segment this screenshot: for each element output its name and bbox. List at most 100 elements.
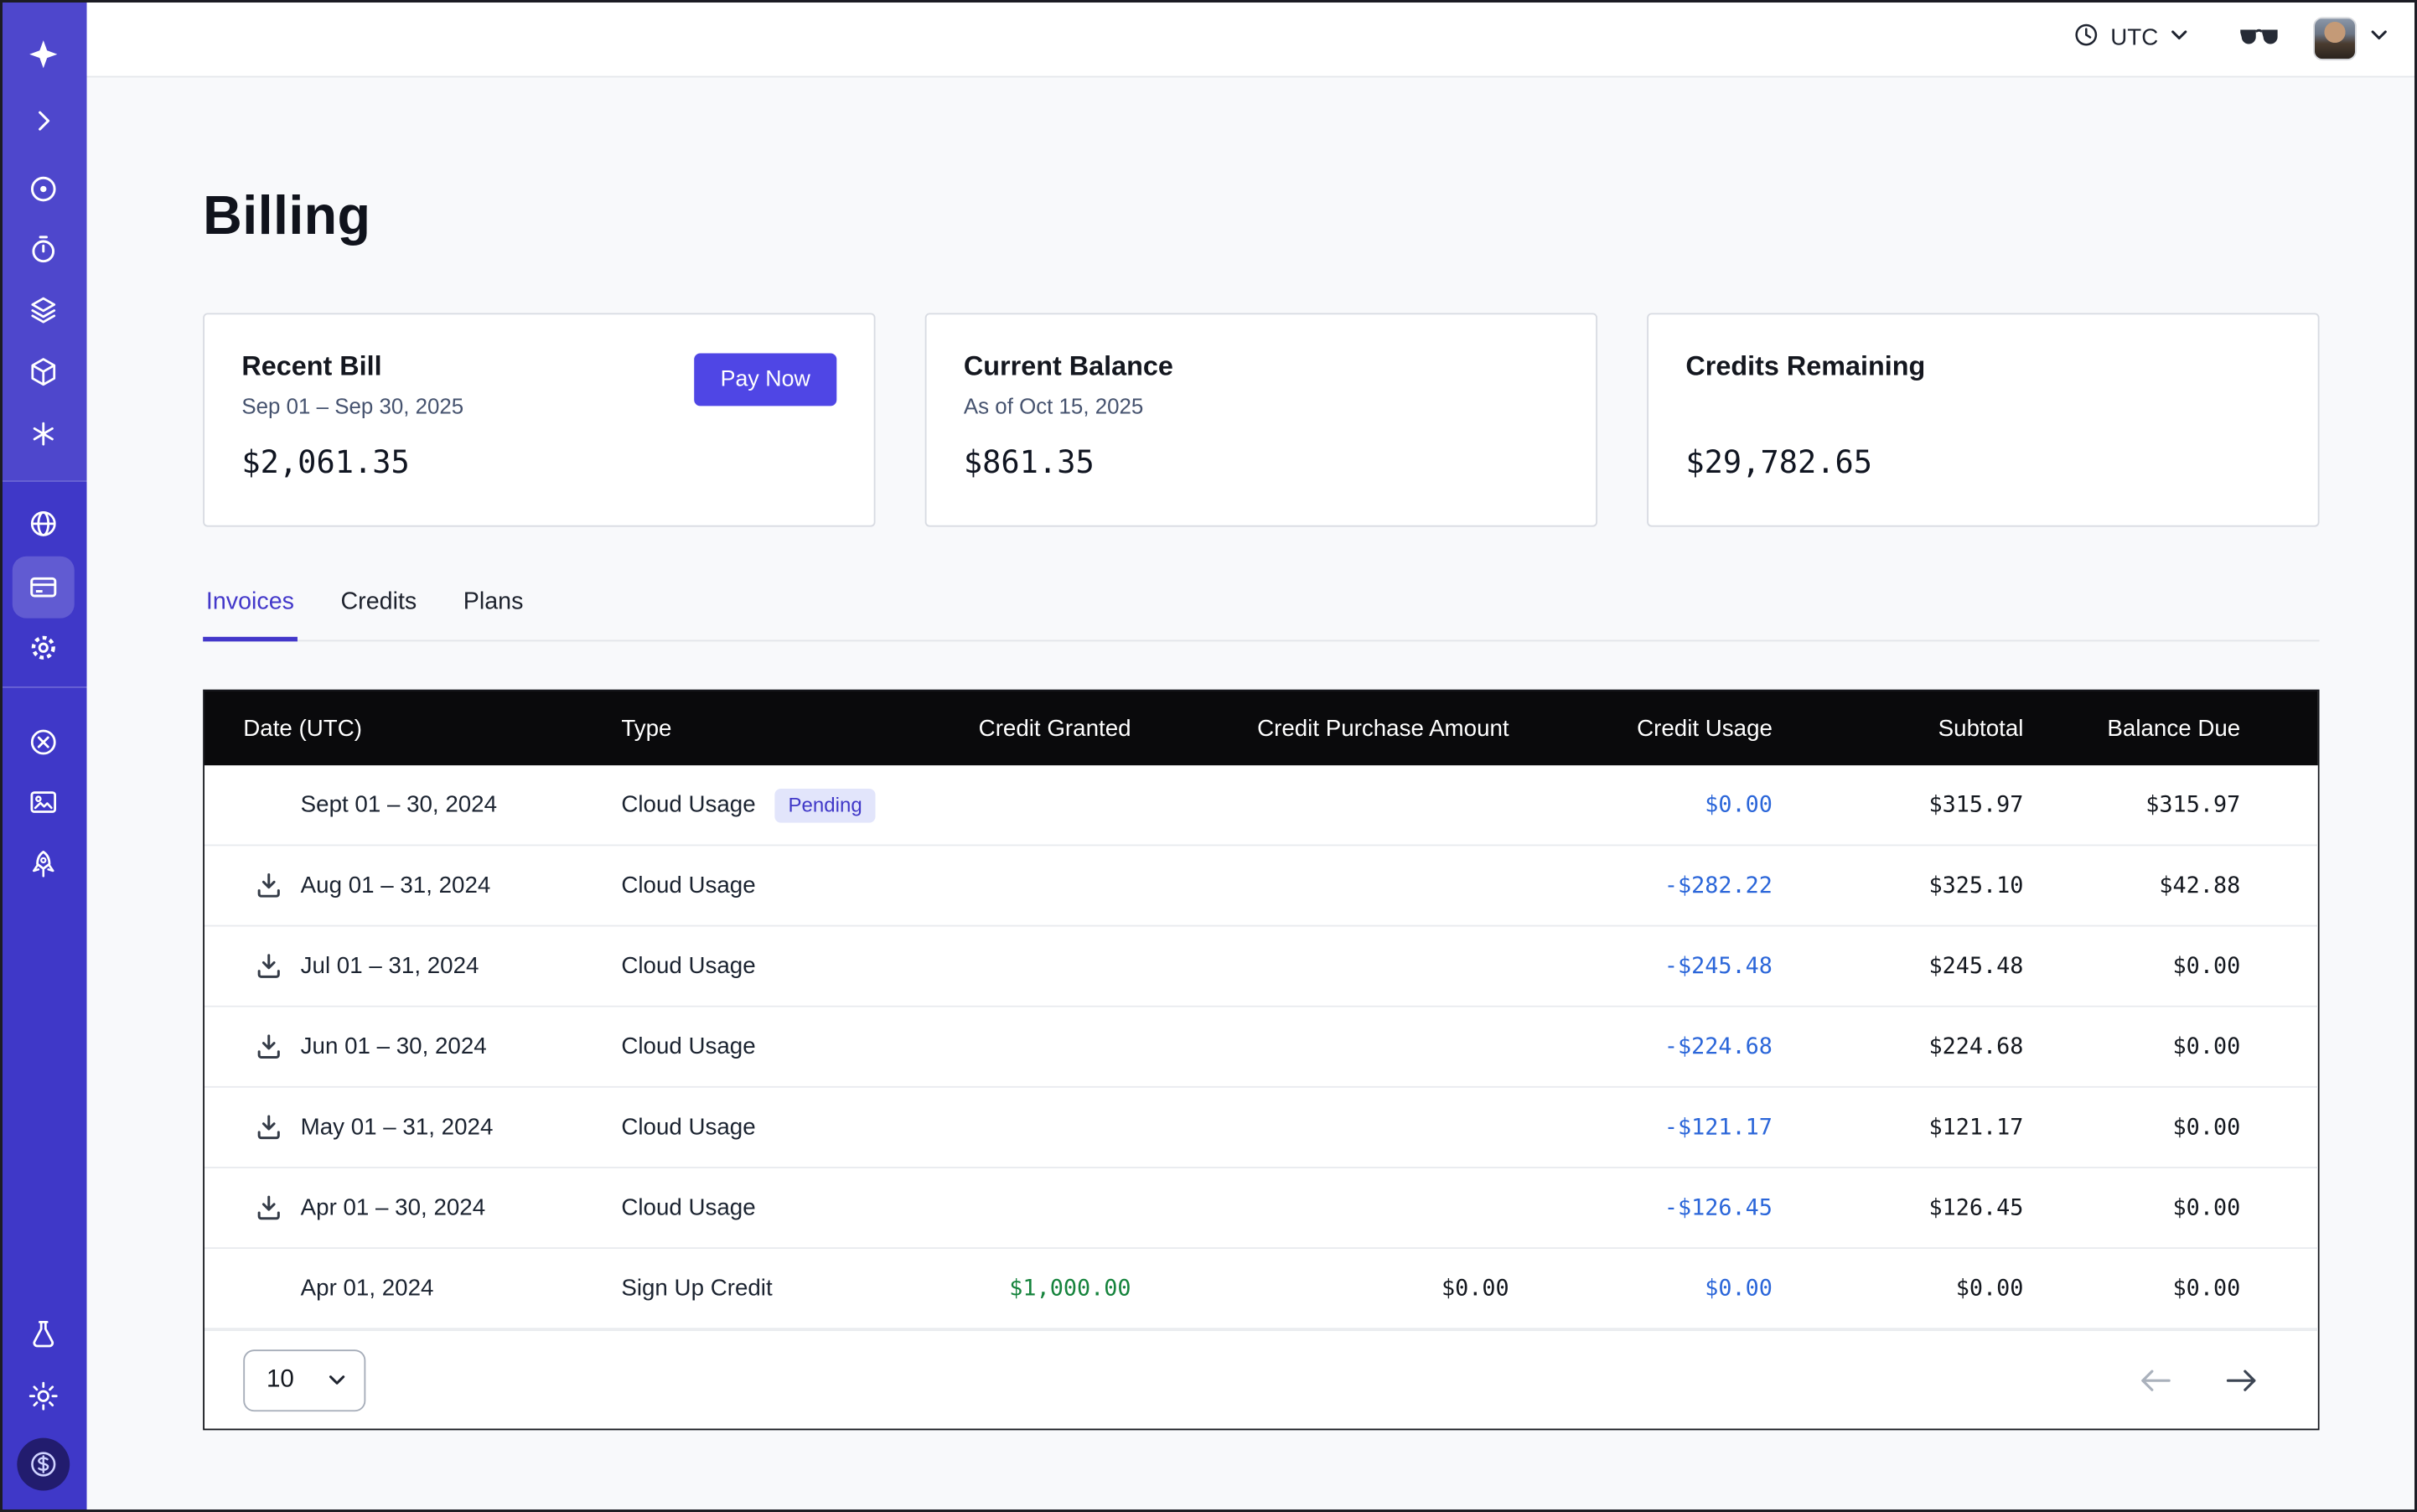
sidebar-divider: [0, 480, 87, 482]
gear-icon[interactable]: [0, 632, 87, 663]
invoice-type: Cloud Usage: [621, 953, 755, 979]
credit-purchase-value: [1131, 1007, 1509, 1086]
credit-usage-value: -$282.22: [1509, 846, 1773, 924]
summary-cards: Recent Bill Pay Now Sep 01 – Sep 30, 202…: [203, 313, 2319, 526]
balance-due-value: $0.00: [2023, 1088, 2321, 1167]
radar-icon[interactable]: [0, 173, 87, 205]
col-date: Date (UTC): [204, 691, 582, 766]
recent-bill-card: Recent Bill Pay Now Sep 01 – Sep 30, 202…: [203, 313, 875, 526]
page-title: Billing: [203, 183, 2319, 251]
invoice-type: Cloud Usage: [621, 1194, 755, 1220]
images-icon[interactable]: [0, 787, 87, 818]
download-slot: [251, 790, 285, 821]
invoice-date: Sept 01 – 30, 2024: [301, 792, 497, 818]
credit-granted-value: $1,000.00: [893, 1249, 1131, 1328]
balance-due-value: $0.00: [2023, 1168, 2321, 1247]
invoice-type: Cloud Usage: [621, 1033, 755, 1059]
flask-icon[interactable]: [0, 1318, 87, 1349]
layers-icon[interactable]: [0, 294, 87, 325]
invoice-date: May 01 – 31, 2024: [301, 1114, 494, 1140]
page-size-select[interactable]: 10: [243, 1349, 365, 1411]
download-slot: [251, 1273, 285, 1304]
sun-icon[interactable]: [0, 1380, 87, 1411]
clock-icon: [2073, 21, 2099, 55]
download-invoice-button[interactable]: [251, 1031, 285, 1062]
invoice-row: Sept 01 – 30, 2024 Cloud Usage Pending $…: [204, 765, 2318, 846]
invoice-date: Apr 01, 2024: [301, 1275, 434, 1301]
subtotal-value: $0.00: [1773, 1249, 2023, 1328]
card-title: Credits Remaining: [1685, 349, 1925, 383]
globe-icon[interactable]: [0, 508, 87, 539]
col-credit-purchase: Credit Purchase Amount: [1131, 691, 1509, 766]
download-invoice-button[interactable]: [251, 870, 285, 901]
card-subtitle: [1685, 392, 2280, 420]
subtotal-value: $224.68: [1773, 1007, 2023, 1086]
card-amount: $861.35: [964, 443, 1559, 480]
card-title: Recent Bill: [241, 349, 381, 383]
timer-icon[interactable]: [0, 234, 87, 265]
credit-granted-value: [893, 1007, 1131, 1086]
timezone-selector[interactable]: UTC: [2073, 21, 2189, 55]
cube-icon[interactable]: [0, 356, 87, 387]
logo-icon: [0, 39, 87, 70]
download-invoice-button[interactable]: [251, 950, 285, 981]
subtotal-value: $121.17: [1773, 1088, 2023, 1167]
credit-purchase-value: $0.00: [1131, 1249, 1509, 1328]
invoice-date: Apr 01 – 30, 2024: [301, 1194, 485, 1220]
credit-granted-value: [893, 846, 1131, 924]
pay-now-button[interactable]: Pay Now: [694, 354, 836, 406]
credit-usage-value: -$224.68: [1509, 1007, 1773, 1086]
col-subtotal: Subtotal: [1773, 691, 2023, 766]
dollar-circle-icon[interactable]: [17, 1438, 70, 1491]
main-content: Billing Recent Bill Pay Now Sep 01 – Sep…: [87, 77, 2417, 1512]
app-window: UTC Billing Recent Bill Pay Now Sep 01 –…: [0, 0, 2417, 1512]
next-page-button[interactable]: [2225, 1366, 2259, 1394]
credit-granted-value: [893, 1088, 1131, 1167]
subtotal-value: $325.10: [1773, 846, 2023, 924]
invoice-date: Aug 01 – 31, 2024: [301, 873, 491, 898]
credit-usage-value: $0.00: [1509, 1249, 1773, 1328]
pending-badge: Pending: [774, 788, 876, 822]
subtotal-value: $245.48: [1773, 927, 2023, 1006]
credit-purchase-value: [1131, 1088, 1509, 1167]
credits-remaining-card: Credits Remaining $29,782.65: [1647, 313, 2319, 526]
credit-usage-value: -$126.45: [1509, 1168, 1773, 1247]
tab-invoices[interactable]: Invoices: [203, 589, 298, 642]
tab-plans[interactable]: Plans: [460, 589, 526, 642]
invoice-row: Jun 01 – 30, 2024 Cloud Usage -$224.68 $…: [204, 1007, 2318, 1088]
card-amount: $29,782.65: [1685, 443, 2280, 480]
download-invoice-button[interactable]: [251, 1193, 285, 1224]
invoice-type: Sign Up Credit: [621, 1275, 772, 1301]
pagination-arrows: [2138, 1366, 2259, 1394]
col-balance-due: Balance Due: [2023, 691, 2321, 766]
credit-purchase-value: [1131, 846, 1509, 924]
expand-sidebar-icon[interactable]: [0, 106, 87, 137]
card-amount: $2,061.35: [241, 443, 836, 480]
glasses-icon[interactable]: [2238, 27, 2279, 49]
invoice-type: Cloud Usage: [621, 1114, 755, 1140]
circle-x-icon[interactable]: [0, 727, 87, 758]
billing-card-icon[interactable]: [0, 572, 87, 603]
invoice-row: Apr 01, 2024 Sign Up Credit $1,000.00 $0…: [204, 1249, 2318, 1329]
credit-usage-value: -$245.48: [1509, 927, 1773, 1006]
rocket-icon[interactable]: [0, 849, 87, 880]
chevron-down-icon[interactable]: [2369, 24, 2389, 52]
chevron-down-icon: [2169, 24, 2189, 52]
credit-granted-value: [893, 927, 1131, 1006]
tab-credits[interactable]: Credits: [338, 589, 420, 642]
invoice-table: Date (UTC) Type Credit Granted Credit Pu…: [203, 690, 2319, 1431]
download-invoice-button[interactable]: [251, 1111, 285, 1142]
avatar[interactable]: [2313, 16, 2357, 60]
credit-usage-value: $0.00: [1509, 765, 1773, 844]
subtotal-value: $315.97: [1773, 765, 2023, 844]
table-header: Date (UTC) Type Credit Granted Credit Pu…: [204, 691, 2318, 766]
current-balance-card: Current Balance As of Oct 15, 2025 $861.…: [925, 313, 1597, 526]
prev-page-button[interactable]: [2138, 1366, 2172, 1394]
credit-purchase-value: [1131, 1168, 1509, 1247]
subtotal-value: $126.45: [1773, 1168, 2023, 1247]
invoice-type: Cloud Usage: [621, 792, 755, 818]
credit-usage-value: -$121.17: [1509, 1088, 1773, 1167]
table-footer: 10: [204, 1329, 2318, 1428]
asterisk-icon[interactable]: [0, 418, 87, 449]
credit-granted-value: [893, 765, 1131, 844]
